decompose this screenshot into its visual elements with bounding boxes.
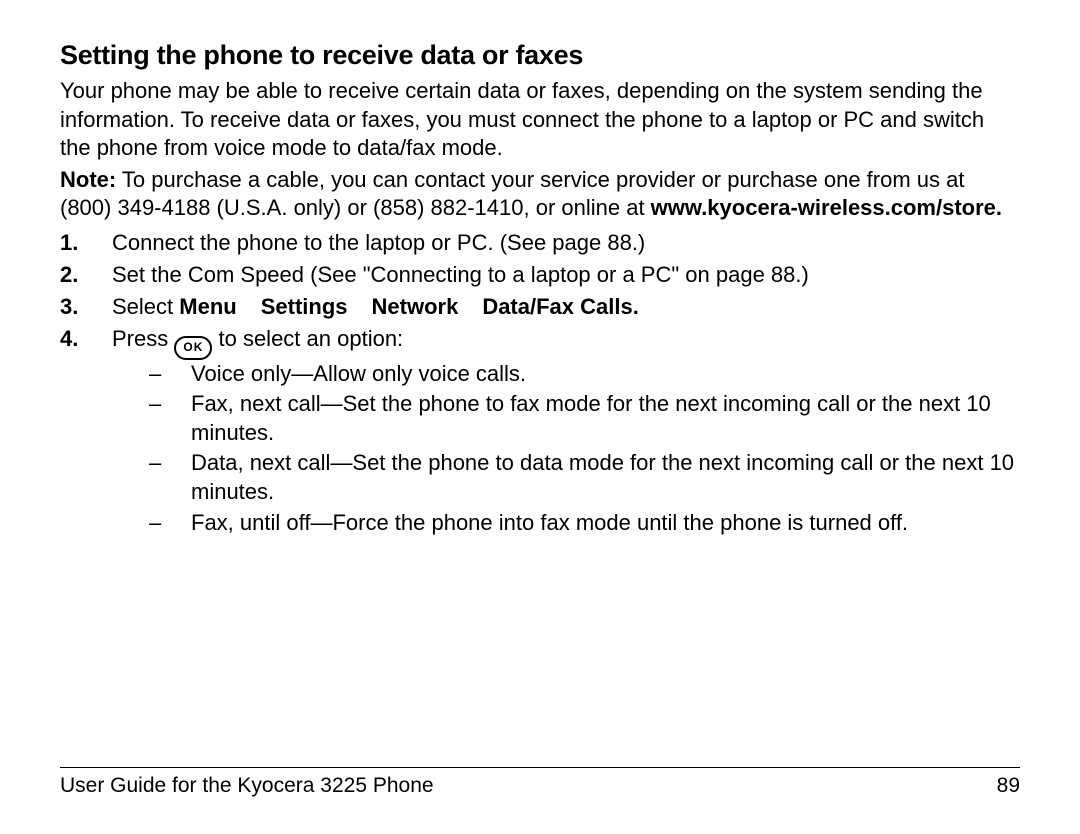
options-list: Voice only—Allow only voice calls. Fax, … bbox=[112, 360, 1020, 538]
settings-label: Settings bbox=[261, 294, 348, 319]
step-4-suffix: to select an option: bbox=[218, 326, 403, 351]
page-number: 89 bbox=[997, 774, 1020, 798]
option-fax-until-off: Fax, until off—Force the phone into fax … bbox=[149, 509, 1020, 538]
intro-paragraph: Your phone may be able to receive certai… bbox=[60, 77, 1020, 163]
note-url: www.kyocera-wireless.com/store. bbox=[651, 195, 1002, 220]
option-data-next-call: Data, next call—Set the phone to data mo… bbox=[149, 449, 1020, 506]
steps-list: Connect the phone to the laptop or PC. (… bbox=[60, 227, 1020, 537]
option-voice-only-desc: —Allow only voice calls. bbox=[291, 361, 526, 386]
option-fax-next-call: Fax, next call—Set the phone to fax mode… bbox=[149, 390, 1020, 447]
step-3-prefix: Select bbox=[112, 294, 179, 319]
section-heading: Setting the phone to receive data or fax… bbox=[60, 40, 1020, 71]
network-label: Network bbox=[372, 294, 459, 319]
ok-button-icon: OK bbox=[174, 336, 212, 360]
step-4-prefix: Press bbox=[112, 326, 174, 351]
note-paragraph: Note: To purchase a cable, you can conta… bbox=[60, 166, 1020, 223]
step-3: Select Menu Settings Network Data/Fax Calls… bbox=[60, 291, 1020, 323]
step-4: Press OK to select an option: Voice only… bbox=[60, 323, 1020, 538]
option-voice-only-label: Voice only bbox=[191, 361, 291, 386]
step-2: Set the Com Speed (See "Connecting to a … bbox=[60, 259, 1020, 291]
step-1: Connect the phone to the laptop or PC. (… bbox=[60, 227, 1020, 259]
menu-label: Menu bbox=[179, 294, 236, 319]
option-fax-until-off-desc: —Force the phone into fax mode until the… bbox=[310, 510, 908, 535]
datafax-label: Data/Fax Calls. bbox=[482, 294, 639, 319]
note-label: Note: bbox=[60, 167, 116, 192]
page-footer: User Guide for the Kyocera 3225 Phone 89 bbox=[60, 767, 1020, 798]
option-voice-only: Voice only—Allow only voice calls. bbox=[149, 360, 1020, 389]
footer-rule bbox=[60, 767, 1020, 768]
option-fax-next-call-label: Fax, next call bbox=[191, 391, 321, 416]
option-fax-until-off-label: Fax, until off bbox=[191, 510, 310, 535]
footer-title: User Guide for the Kyocera 3225 Phone bbox=[60, 774, 434, 798]
